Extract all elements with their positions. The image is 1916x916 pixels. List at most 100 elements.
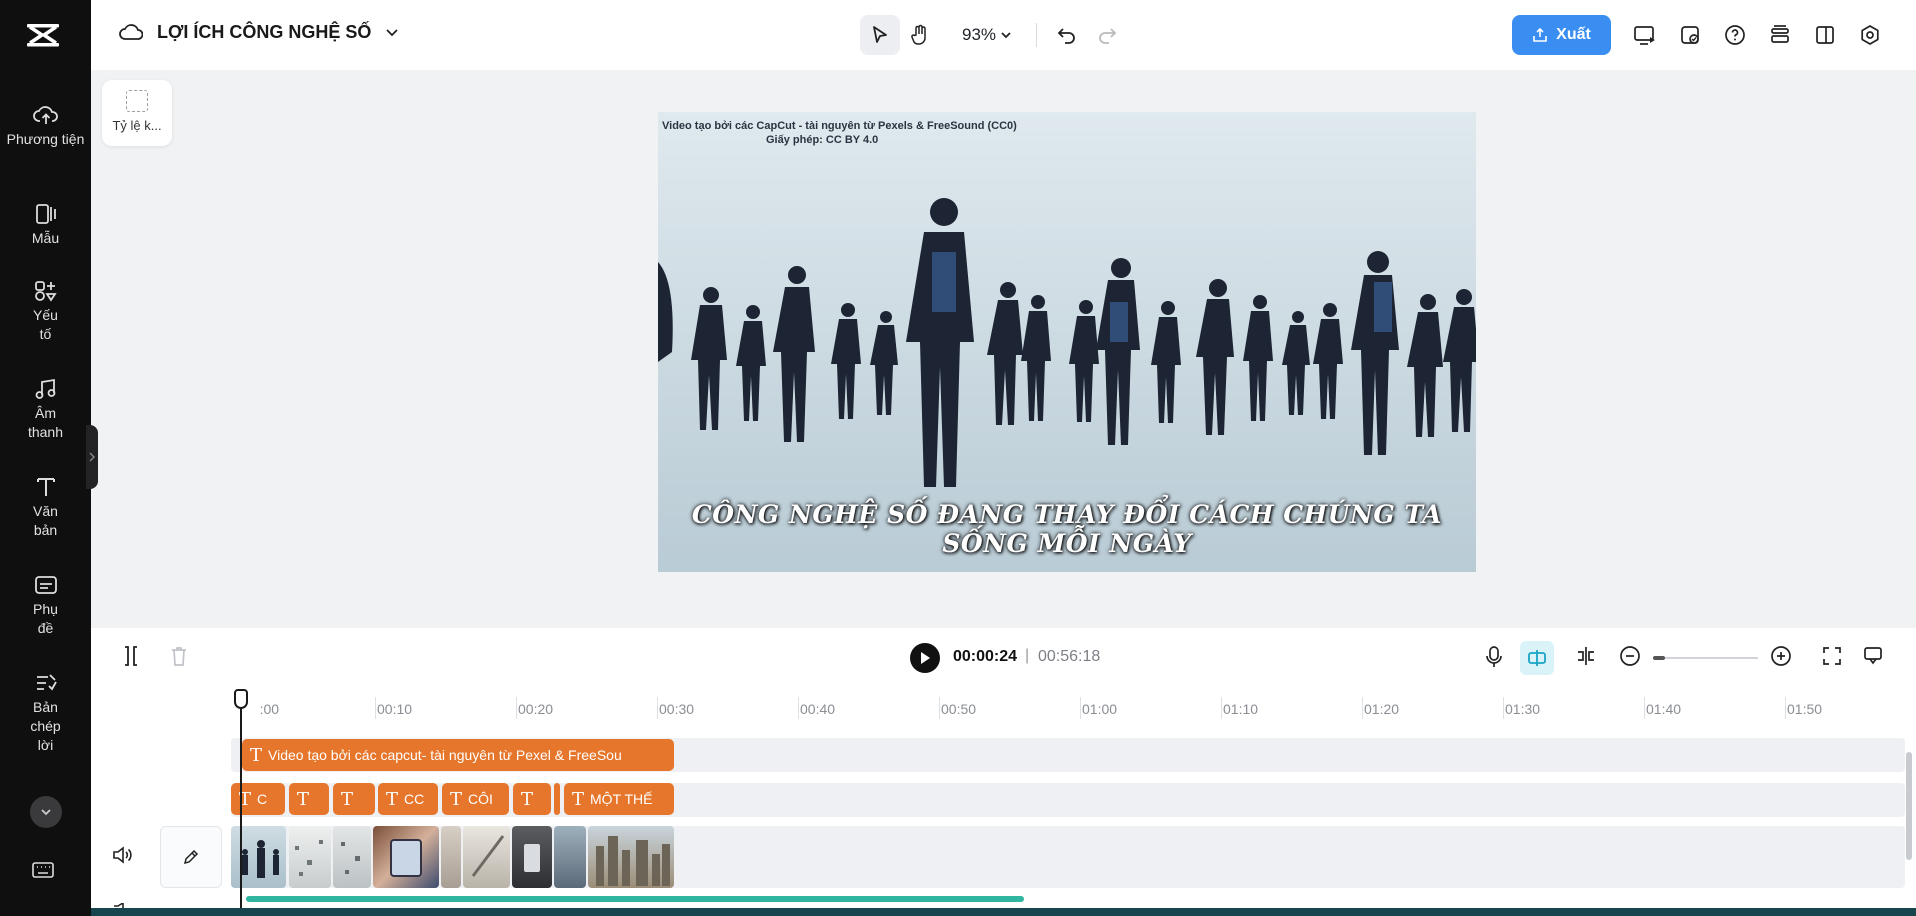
redo-button[interactable]	[1087, 15, 1127, 55]
text-clip-label: C	[257, 791, 268, 807]
shield-check-icon	[1681, 26, 1699, 44]
text-clip-icon: T	[521, 788, 534, 810]
text-clip[interactable]: T	[289, 783, 329, 815]
zoom-in-button[interactable]	[1770, 645, 1792, 672]
sidebar-item-text[interactable]: Văn bản	[0, 476, 91, 540]
microphone-icon	[1486, 646, 1502, 667]
sidebar-item-label: Phụ đề	[33, 601, 58, 636]
chevron-down-icon	[41, 809, 51, 816]
sidebar-item-elements[interactable]: Yếu tố	[0, 280, 91, 344]
ruler-tick: 01:50	[1784, 697, 1823, 719]
sidebar-item-label: Văn bản	[33, 503, 58, 538]
help-circle-icon	[1725, 25, 1745, 45]
keyboard-shortcuts-button[interactable]	[31, 860, 55, 885]
text-clip[interactable]: T MỘT THẾ	[564, 783, 674, 815]
music-note-icon	[35, 378, 55, 399]
minus-circle-icon	[1620, 646, 1640, 666]
delete-button[interactable]	[169, 645, 189, 672]
video-clip[interactable]	[289, 826, 331, 888]
sidebar-item-audio[interactable]: Âm thanh	[0, 378, 91, 442]
ruler-tick: 01:10	[1220, 697, 1259, 719]
cover-edit-button[interactable]	[160, 826, 222, 888]
redo-icon	[1099, 28, 1117, 44]
feedback-button[interactable]	[1862, 645, 1884, 672]
text-clip[interactable]: T Video tạo bởi các capcut- tài nguyên t…	[242, 739, 674, 771]
link-split-button[interactable]	[1574, 645, 1598, 672]
layers-button[interactable]	[1764, 16, 1796, 54]
select-tool-button[interactable]	[860, 15, 900, 55]
cloud-sync-icon	[119, 23, 143, 40]
video-clip[interactable]	[463, 826, 510, 888]
timeline-ruler[interactable]: 00:00 00:10 00:20 00:30 00:40 00:50 01:0…	[91, 686, 1916, 736]
hand-tool-button[interactable]	[900, 15, 940, 55]
sidebar-more-button[interactable]	[30, 796, 62, 828]
video-clip[interactable]	[441, 826, 461, 888]
video-clip[interactable]	[588, 826, 674, 888]
timeline-zoom-slider[interactable]	[1653, 657, 1758, 659]
ruler-tick: 01:40	[1643, 697, 1682, 719]
track-mute-button[interactable]	[111, 845, 133, 870]
sidebar-item-captions[interactable]: Phụ đề	[0, 574, 91, 638]
text-clip[interactable]: T CC	[378, 783, 438, 815]
settings-button[interactable]	[1854, 16, 1886, 54]
text-clip[interactable]: T	[333, 783, 375, 815]
help-button[interactable]	[1719, 16, 1751, 54]
undo-icon	[1057, 28, 1075, 44]
audio-clip[interactable]	[246, 896, 1024, 902]
ruler-tick: 00:30	[656, 697, 695, 719]
timeline-zoom-knob[interactable]	[1653, 656, 1665, 660]
text-clip-icon: T	[250, 744, 263, 766]
fullscreen-icon	[1823, 647, 1841, 665]
zoom-out-button[interactable]	[1619, 645, 1641, 672]
export-button[interactable]: Xuất	[1512, 15, 1611, 55]
split-button[interactable]	[121, 645, 141, 672]
sidebar-item-media[interactable]: Phương tiện	[0, 104, 91, 149]
undo-button[interactable]	[1047, 15, 1087, 55]
present-button[interactable]	[1629, 16, 1661, 54]
hand-icon	[911, 24, 926, 45]
time-separator: |	[1025, 647, 1030, 664]
auto-snap-toggle[interactable]	[1520, 641, 1554, 675]
aspect-ratio-button[interactable]: Tỷ lệ k...	[102, 80, 172, 146]
zoom-dropdown[interactable]: 93%	[962, 25, 1012, 45]
aspect-ratio-label: Tỷ lệ k...	[112, 118, 162, 133]
layout-panel-button[interactable]	[1809, 16, 1841, 54]
comment-icon	[1864, 647, 1882, 665]
fit-timeline-button[interactable]	[1821, 645, 1843, 672]
text-clip[interactable]: T	[513, 783, 551, 815]
text-clip-icon: T	[386, 788, 399, 810]
cloud-upload-icon	[32, 106, 58, 124]
video-clip[interactable]	[512, 826, 552, 888]
playhead-handle[interactable]	[234, 689, 248, 709]
sidebar-item-label: Phương tiện	[6, 131, 85, 147]
current-time: 00:00:24	[953, 648, 1018, 665]
chevron-down-icon	[1001, 32, 1011, 39]
playhead-line[interactable]	[240, 690, 242, 916]
video-clip[interactable]	[373, 826, 439, 888]
text-clip[interactable]	[554, 783, 560, 815]
project-title: LỢI ÍCH CÔNG NGHỆ SỐ	[157, 22, 372, 42]
sidebar-collapse-handle[interactable]	[86, 425, 98, 489]
chevron-down-icon	[386, 28, 399, 36]
zoom-value: 93%	[962, 25, 997, 44]
text-clip[interactable]: T CÔI	[442, 783, 509, 815]
timeline-toolbar: 00:00:24 | 00:56:18	[91, 628, 1916, 686]
video-caption[interactable]: CÔNG NGHỆ SỐ ĐANG THAY ĐỔI CÁCH CHÚNG TA…	[658, 500, 1476, 558]
layers-icon	[1771, 25, 1789, 43]
video-clip[interactable]	[554, 826, 586, 888]
timeline-vertical-scrollbar[interactable]	[1906, 752, 1912, 860]
plus-circle-icon	[1771, 646, 1791, 666]
sidebar-item-templates[interactable]: Mẫu	[0, 203, 91, 248]
chevron-right-icon	[89, 452, 95, 462]
review-button[interactable]	[1674, 16, 1706, 54]
ruler-tick: 00:20	[515, 697, 554, 719]
play-button[interactable]	[910, 643, 940, 673]
capcut-logo-icon[interactable]	[24, 18, 62, 54]
video-clip[interactable]	[333, 826, 371, 888]
record-voice-button[interactable]	[1484, 645, 1504, 674]
ruler-tick: 01:20	[1361, 697, 1400, 719]
video-preview-canvas[interactable]: Video tạo bởi các CapCut - tài nguyên từ…	[658, 112, 1476, 572]
clip-thumbnail	[295, 840, 323, 876]
project-title-dropdown[interactable]: LỢI ÍCH CÔNG NGHỆ SỐ	[119, 22, 399, 43]
sidebar-item-transcript[interactable]: Bản chép lời	[0, 672, 91, 755]
